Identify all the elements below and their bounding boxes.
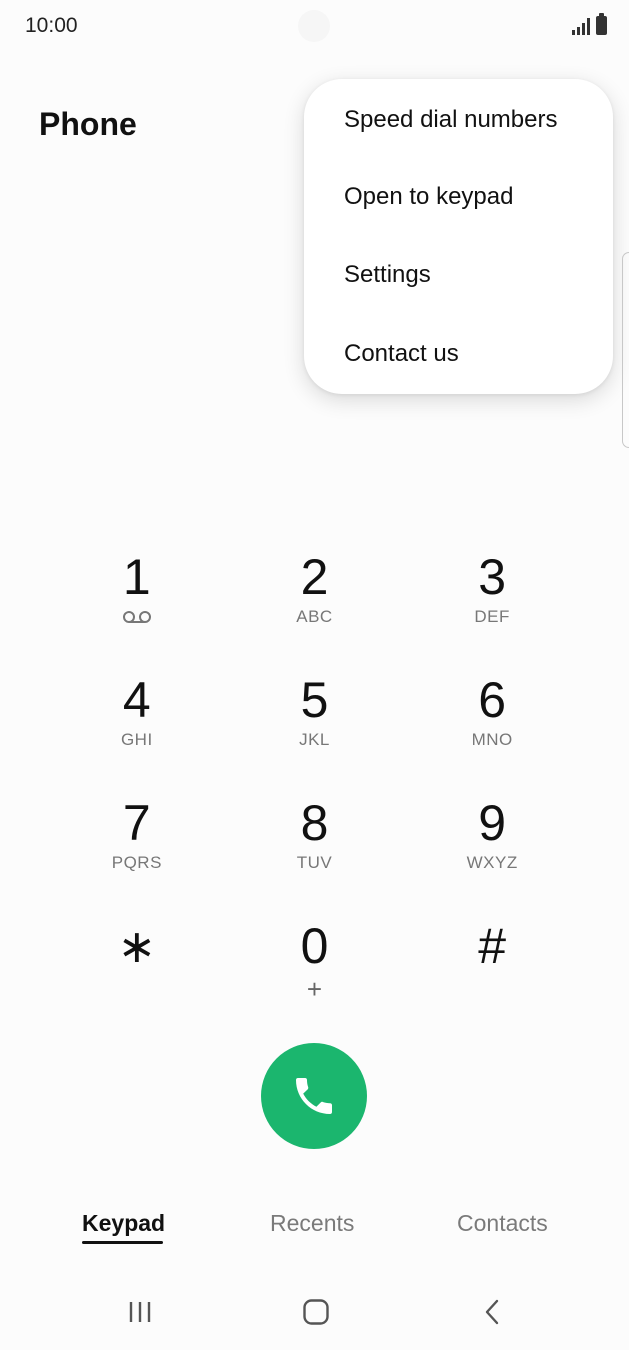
key-digit: 7 xyxy=(122,795,151,851)
key-0[interactable]: 0 + xyxy=(226,917,404,1040)
key-digit: 0 xyxy=(300,918,329,974)
key-letters: PQRS xyxy=(111,853,162,872)
menu-item-speed-dial-numbers[interactable]: Speed dial numbers xyxy=(304,79,613,158)
key-asterisk[interactable]: ∗ xyxy=(48,917,226,1040)
key-hash[interactable]: # xyxy=(403,917,581,1040)
key-letters: ABC xyxy=(296,607,333,626)
battery-icon xyxy=(596,13,607,35)
status-bar: 10:00 xyxy=(0,0,629,54)
key-letters: TUV xyxy=(296,853,333,872)
key-8[interactable]: 8 TUV xyxy=(226,794,404,917)
back-button[interactable] xyxy=(472,1294,512,1330)
key-digit: ∗ xyxy=(117,920,157,972)
key-digit: 6 xyxy=(478,672,507,728)
tab-contacts[interactable]: Contacts xyxy=(457,1210,548,1237)
menu-item-settings[interactable]: Settings xyxy=(304,236,613,315)
active-tab-indicator xyxy=(82,1241,163,1244)
back-icon xyxy=(485,1299,499,1325)
key-letters: JKL xyxy=(299,730,330,749)
key-letters: MNO xyxy=(471,730,513,749)
system-nav-bar xyxy=(0,1282,629,1342)
recent-apps-button[interactable] xyxy=(120,1294,160,1330)
key-digit: # xyxy=(478,918,507,974)
key-digit: 4 xyxy=(122,672,151,728)
home-icon xyxy=(303,1299,329,1325)
key-digit: 3 xyxy=(478,549,507,605)
key-5[interactable]: 5 JKL xyxy=(226,671,404,794)
overflow-menu: Speed dial numbers Open to keypad Settin… xyxy=(304,79,613,394)
key-2[interactable]: 2 ABC xyxy=(226,548,404,671)
key-letters: WXYZ xyxy=(466,853,518,872)
dial-keypad: 1 2 ABC 3 DEF 4 GHI 5 JKL 6 MNO 7 PQRS 8… xyxy=(48,548,581,1040)
menu-item-open-to-keypad[interactable]: Open to keypad xyxy=(304,158,613,237)
front-camera-cutout xyxy=(298,10,330,42)
menu-item-contact-us[interactable]: Contact us xyxy=(304,315,613,394)
phone-handset-icon xyxy=(296,1078,332,1114)
key-digit: 9 xyxy=(478,795,507,851)
key-digit: 2 xyxy=(300,549,329,605)
tab-recents[interactable]: Recents xyxy=(270,1210,354,1237)
page-title: Phone xyxy=(39,106,137,142)
tab-keypad[interactable]: Keypad xyxy=(82,1210,165,1237)
signal-strength-icon xyxy=(572,17,590,35)
key-digit: 1 xyxy=(122,549,151,605)
edge-panel-handle[interactable] xyxy=(622,252,629,448)
status-icons xyxy=(572,13,607,35)
key-3[interactable]: 3 DEF xyxy=(403,548,581,671)
recent-apps-icon xyxy=(129,1302,151,1322)
key-6[interactable]: 6 MNO xyxy=(403,671,581,794)
key-digit: 5 xyxy=(300,672,329,728)
bottom-tabs: Keypad Recents Contacts xyxy=(0,1200,629,1260)
voicemail-icon xyxy=(122,611,151,623)
key-letters: DEF xyxy=(474,607,510,626)
home-button[interactable] xyxy=(296,1294,336,1330)
key-1[interactable]: 1 xyxy=(48,548,226,671)
key-digit: 8 xyxy=(300,795,329,851)
key-letters: + xyxy=(306,974,323,1004)
key-9[interactable]: 9 WXYZ xyxy=(403,794,581,917)
key-letters: GHI xyxy=(120,730,153,749)
key-7[interactable]: 7 PQRS xyxy=(48,794,226,917)
status-time: 10:00 xyxy=(25,14,78,37)
key-4[interactable]: 4 GHI xyxy=(48,671,226,794)
call-button[interactable] xyxy=(261,1043,367,1149)
